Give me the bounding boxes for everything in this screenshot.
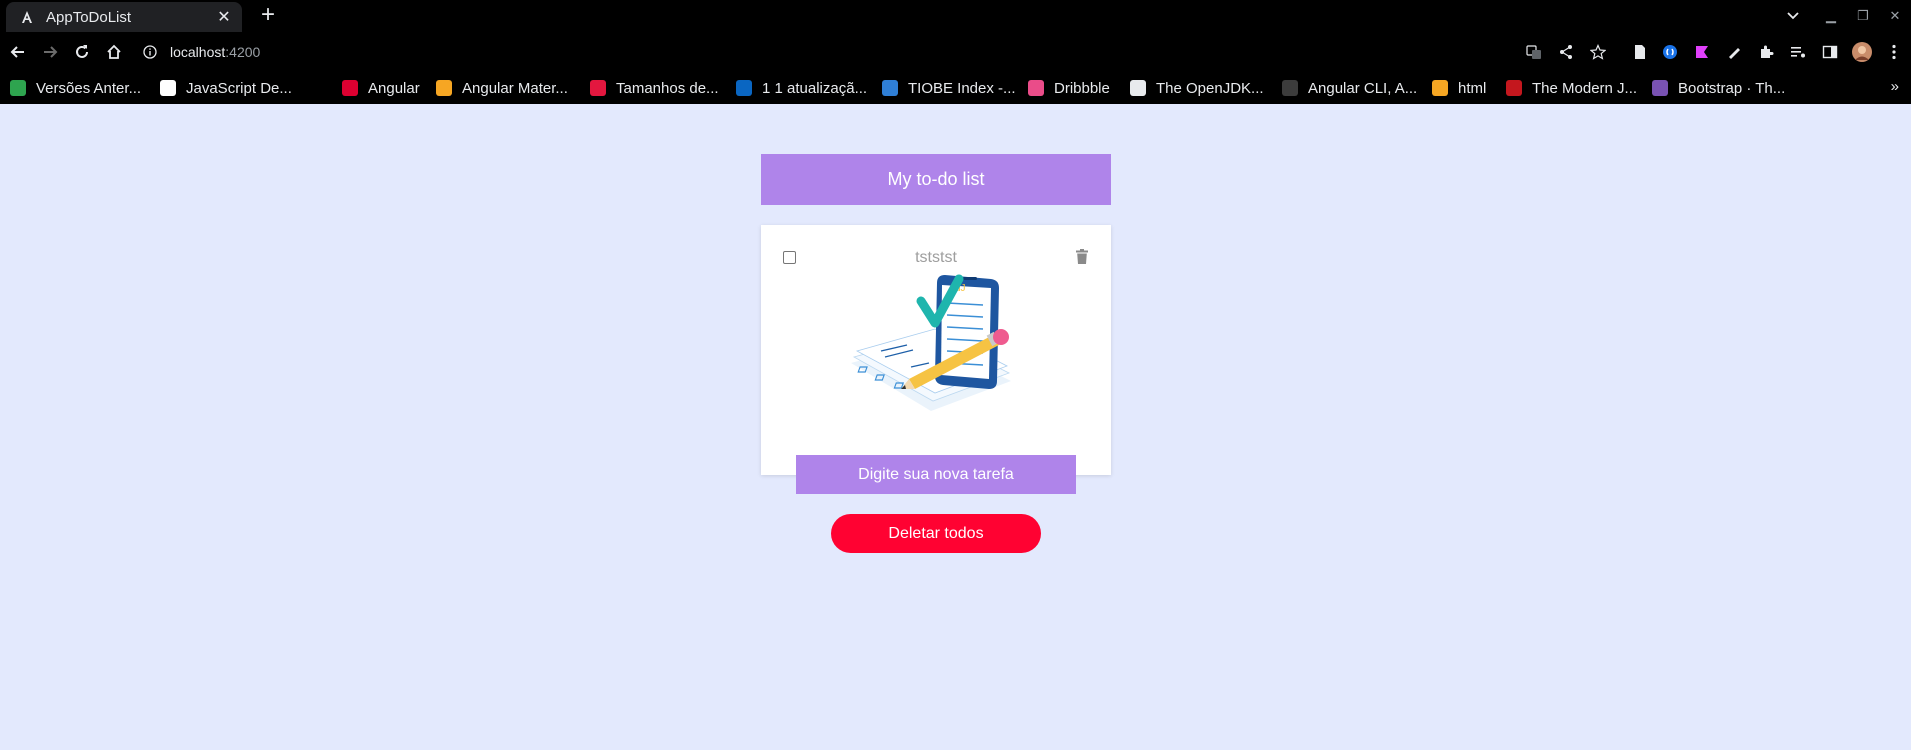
browser-tab-strip: AppToDoList ✕ + ▁ ❐ ✕ [0, 0, 1911, 32]
new-tab-button[interactable]: + [255, 3, 281, 29]
delete-all-button[interactable]: Deletar todos [831, 514, 1041, 553]
restore-icon[interactable]: ❐ [1847, 8, 1879, 24]
media-queue-icon[interactable] [1788, 42, 1808, 62]
bookmark-item[interactable]: The OpenJDK... [1130, 78, 1264, 98]
bookmark-label: Angular [368, 79, 420, 97]
bookmark-item[interactable]: Angular Mater... [436, 78, 568, 98]
bookmark-item[interactable]: Dribbble [1028, 78, 1110, 98]
bookmark-label: html [1458, 79, 1487, 97]
bookmark-favicon-icon [1652, 80, 1668, 96]
task-text: tststst [915, 249, 957, 266]
bookmark-label: Bootstrap · Th... [1678, 79, 1786, 97]
site-info-icon[interactable] [140, 42, 160, 62]
bookmark-favicon-icon [10, 80, 26, 96]
bookmark-favicon-icon [1432, 80, 1448, 96]
browser-tab[interactable]: AppToDoList ✕ [6, 2, 242, 32]
pen-extension-icon[interactable] [1724, 42, 1744, 62]
bookmark-favicon-icon [436, 80, 452, 96]
bookmark-label: Angular CLI, A... [1308, 79, 1418, 97]
minimize-icon[interactable]: ▁ [1815, 8, 1847, 24]
window-controls: ▁ ❐ ✕ [1815, 0, 1911, 32]
bookmark-item[interactable]: 1 1 atualizaçã... [736, 78, 867, 98]
bookmark-favicon-icon [160, 80, 176, 96]
back-arrow-icon[interactable] [6, 40, 30, 64]
bookmark-label: Tamanhos de... [616, 79, 719, 97]
home-icon[interactable] [102, 40, 126, 64]
side-panel-icon[interactable] [1820, 42, 1840, 62]
document-extension-icon[interactable] [1630, 42, 1650, 62]
bookmark-item[interactable]: JavaScript De... [160, 78, 292, 98]
extensions-puzzle-icon[interactable] [1756, 42, 1776, 62]
bookmark-item[interactable]: html [1432, 78, 1486, 98]
share-icon[interactable] [1556, 42, 1576, 62]
new-task-input-wrapper[interactable] [796, 455, 1076, 494]
browser-toolbar: localhost :4200 [0, 32, 1911, 72]
checklist-illustration-icon: dJ [851, 274, 1011, 411]
bookmark-favicon-icon [736, 80, 752, 96]
tab-title: AppToDoList [46, 8, 132, 26]
bookmark-label: 1 1 atualizaçã... [762, 79, 868, 97]
bookmark-label: The OpenJDK... [1156, 79, 1264, 97]
angular-favicon-icon [18, 8, 36, 26]
window-close-icon[interactable]: ✕ [1879, 8, 1911, 24]
profile-avatar-icon[interactable] [1852, 42, 1872, 62]
page-title: My to-do list [887, 169, 985, 189]
bookmark-label: Dribbble [1054, 79, 1110, 97]
shazam-extension-icon[interactable] [1660, 42, 1680, 62]
translate-icon[interactable] [1524, 42, 1544, 62]
bookmark-star-icon[interactable] [1588, 42, 1608, 62]
bookmark-item[interactable]: Angular [342, 78, 420, 98]
bookmark-favicon-icon [1282, 80, 1298, 96]
bookmark-item[interactable]: The Modern J... [1506, 78, 1637, 98]
url-host: localhost [170, 44, 226, 60]
bookmark-item[interactable]: TIOBE Index -... [882, 78, 1016, 98]
bookmark-label: Versões Anter... [36, 79, 142, 97]
tab-search-chevron-icon[interactable] [1783, 6, 1803, 26]
bookmark-label: Angular Mater... [462, 79, 568, 97]
flag-extension-icon[interactable] [1692, 42, 1712, 62]
trash-icon[interactable] [1075, 249, 1089, 265]
bookmark-item[interactable]: Versões Anter... [10, 78, 141, 98]
bookmark-favicon-icon [1028, 80, 1044, 96]
browser-menu-icon[interactable] [1884, 42, 1904, 62]
bookmark-item[interactable]: Angular CLI, A... [1282, 78, 1417, 98]
bookmarks-bar: Versões Anter... JavaScript De... Angula… [0, 72, 1911, 104]
bookmark-favicon-icon [1506, 80, 1522, 96]
forward-arrow-icon[interactable] [38, 40, 62, 64]
bookmark-favicon-icon [1130, 80, 1146, 96]
new-task-input[interactable] [796, 465, 1076, 484]
bookmark-favicon-icon [882, 80, 898, 96]
bookmark-label: JavaScript De... [186, 79, 292, 97]
task-card: tststst dJ [761, 225, 1111, 475]
bookmark-label: TIOBE Index -... [908, 79, 1016, 97]
app-header: My to-do list [761, 154, 1111, 205]
tab-close-icon[interactable]: ✕ [214, 7, 234, 27]
address-bar[interactable]: localhost :4200 [140, 38, 1510, 66]
bookmark-item[interactable]: Tamanhos de... [590, 78, 719, 98]
bookmark-label: The Modern J... [1532, 79, 1638, 97]
bookmark-favicon-icon [590, 80, 606, 96]
bookmark-favicon-icon [342, 80, 358, 96]
reload-icon[interactable] [70, 40, 94, 64]
bookmark-item[interactable]: Bootstrap · Th... [1652, 78, 1785, 98]
bookmarks-overflow-button[interactable]: » [1891, 78, 1899, 95]
url-port: :4200 [225, 44, 261, 60]
